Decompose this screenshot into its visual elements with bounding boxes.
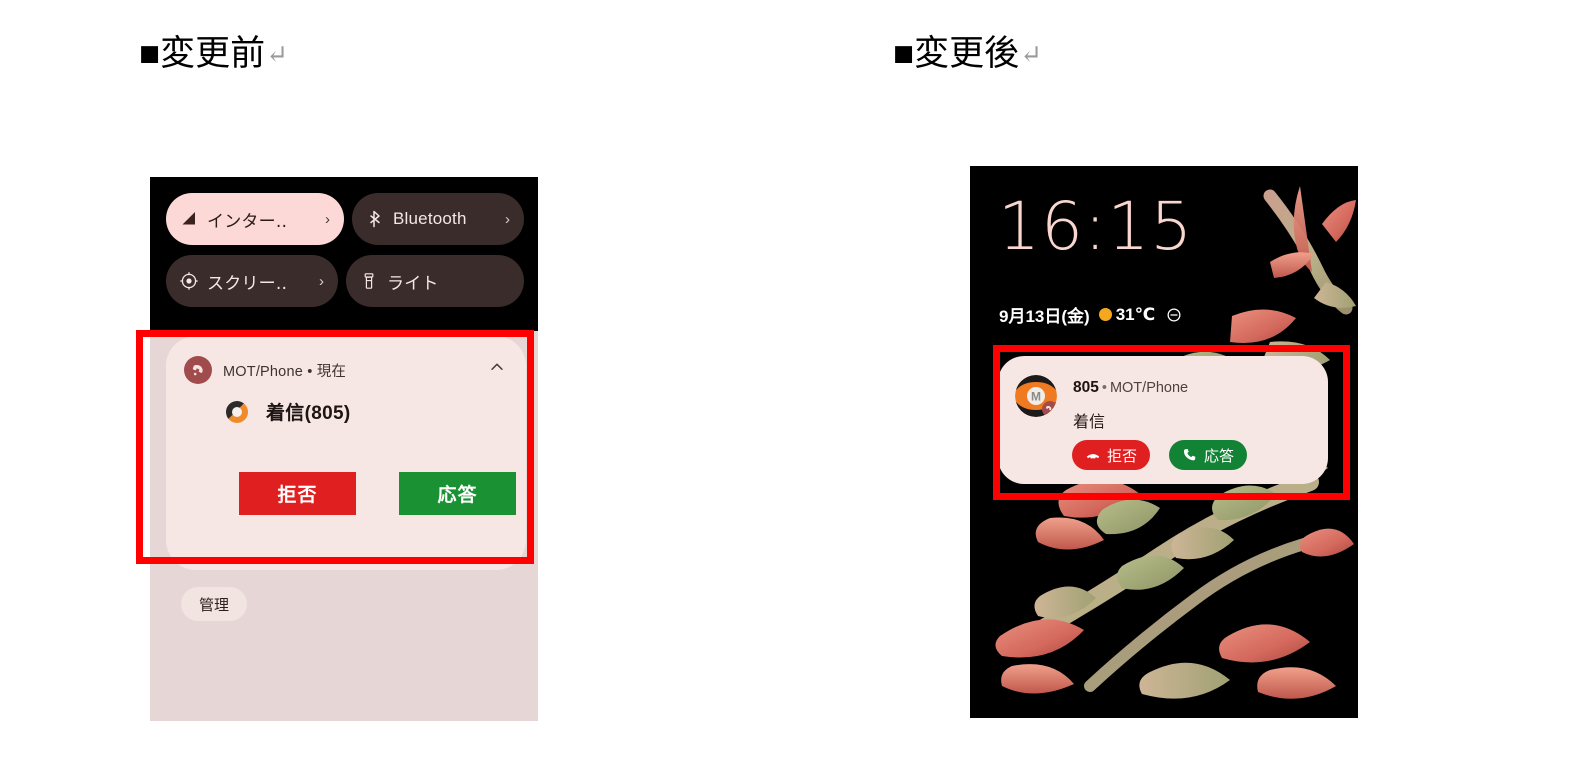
lock-screen-date: 9月13日(金) bbox=[999, 307, 1090, 326]
caller-number: 805 bbox=[1073, 379, 1099, 396]
quick-settings-panel: インター‥ › Bluetooth › スクリー‥ › ライト bbox=[150, 177, 538, 331]
answer-call-label: 応答 bbox=[437, 485, 478, 506]
page-root: ■変更前↵ ■変更後↵ インター‥ › Bluetooth › スクリー‥ › … bbox=[0, 0, 1592, 782]
heading-after-text: ■変更後 bbox=[893, 34, 1020, 73]
lock-screen-clock: 16:15 bbox=[998, 188, 1194, 265]
manage-label: 管理 bbox=[198, 596, 229, 614]
notification-app-text: MOT/Phone • 現在 bbox=[223, 363, 347, 380]
qs-tile-label: Bluetooth bbox=[393, 209, 467, 228]
notification-body-text: 着信 bbox=[1073, 414, 1106, 431]
qs-tile-label: ライト bbox=[387, 273, 439, 293]
heading-before-text: ■変更前 bbox=[139, 34, 266, 73]
qs-tile-label: インター‥ bbox=[207, 211, 288, 231]
chevron-up-icon[interactable] bbox=[482, 352, 512, 382]
heading-after: ■変更後↵ bbox=[893, 36, 1042, 71]
qs-tile-screen-record[interactable]: スクリー‥ › bbox=[166, 255, 338, 307]
mot-phone-caller-avatar: M bbox=[1015, 375, 1057, 417]
phone-screenshot-before: インター‥ › Bluetooth › スクリー‥ › ライト MOT/Phon… bbox=[150, 177, 538, 721]
reject-call-button[interactable]: 拒否 bbox=[239, 472, 356, 515]
pilcrow-mark: ↵ bbox=[1020, 40, 1042, 69]
flashlight-icon bbox=[360, 272, 378, 290]
mot-phone-app-icon bbox=[184, 356, 212, 384]
phone-icon bbox=[1182, 447, 1198, 463]
reject-call-label: 拒否 bbox=[1107, 447, 1138, 465]
phone-screenshot-after: 16:15 9月13日(金) 31℃ M 805 • MOT/Phone 着信 … bbox=[970, 166, 1358, 718]
sun-icon bbox=[1098, 308, 1112, 321]
qs-tile-internet[interactable]: インター‥ › bbox=[166, 193, 344, 245]
signal-triangle-icon bbox=[180, 210, 198, 228]
heading-before: ■変更前↵ bbox=[139, 36, 288, 71]
notification-app-name: MOT/Phone bbox=[1109, 380, 1189, 396]
notification-title: 着信(805) bbox=[266, 403, 351, 424]
notification-card-after[interactable]: M 805 • MOT/Phone 着信 拒否 応答 bbox=[998, 356, 1328, 484]
qs-tile-flashlight[interactable]: ライト bbox=[346, 255, 524, 307]
lock-screen-temperature: 31℃ bbox=[1115, 304, 1156, 324]
notification-header: MOT/Phone • 現在 bbox=[184, 356, 510, 384]
phone-hangup-icon bbox=[1085, 447, 1101, 463]
answer-call-button[interactable]: 応答 bbox=[399, 472, 516, 515]
reject-call-button[interactable]: 拒否 bbox=[1072, 440, 1151, 470]
reject-call-label: 拒否 bbox=[277, 485, 318, 506]
pilcrow-mark: ↵ bbox=[266, 40, 288, 69]
caller-avatar-icon bbox=[226, 400, 248, 423]
answer-call-button[interactable]: 応答 bbox=[1169, 440, 1248, 470]
qs-tile-label: スクリー‥ bbox=[207, 273, 288, 293]
notification-body: 着信(805) bbox=[226, 398, 506, 425]
svg-text:M: M bbox=[1031, 390, 1041, 404]
answer-call-label: 応答 bbox=[1204, 447, 1235, 465]
notification-card-before[interactable]: MOT/Phone • 現在 着信(805) 拒否 応答 bbox=[166, 336, 526, 570]
bluetooth-icon bbox=[366, 210, 384, 228]
screen-record-icon bbox=[180, 272, 198, 290]
chevron-right-icon: › bbox=[319, 272, 324, 290]
notification-header-text: 805 • MOT/Phone bbox=[1073, 379, 1188, 397]
chevron-right-icon: › bbox=[505, 210, 510, 228]
chevron-right-icon: › bbox=[325, 210, 330, 228]
lock-screen-info-row: 9月13日(金) 31℃ bbox=[999, 302, 1182, 327]
do-not-disturb-icon bbox=[1166, 307, 1182, 323]
qs-tile-bluetooth[interactable]: Bluetooth › bbox=[352, 193, 524, 245]
separator-dot: • bbox=[1101, 380, 1107, 396]
manage-notifications-button[interactable]: 管理 bbox=[181, 587, 247, 621]
